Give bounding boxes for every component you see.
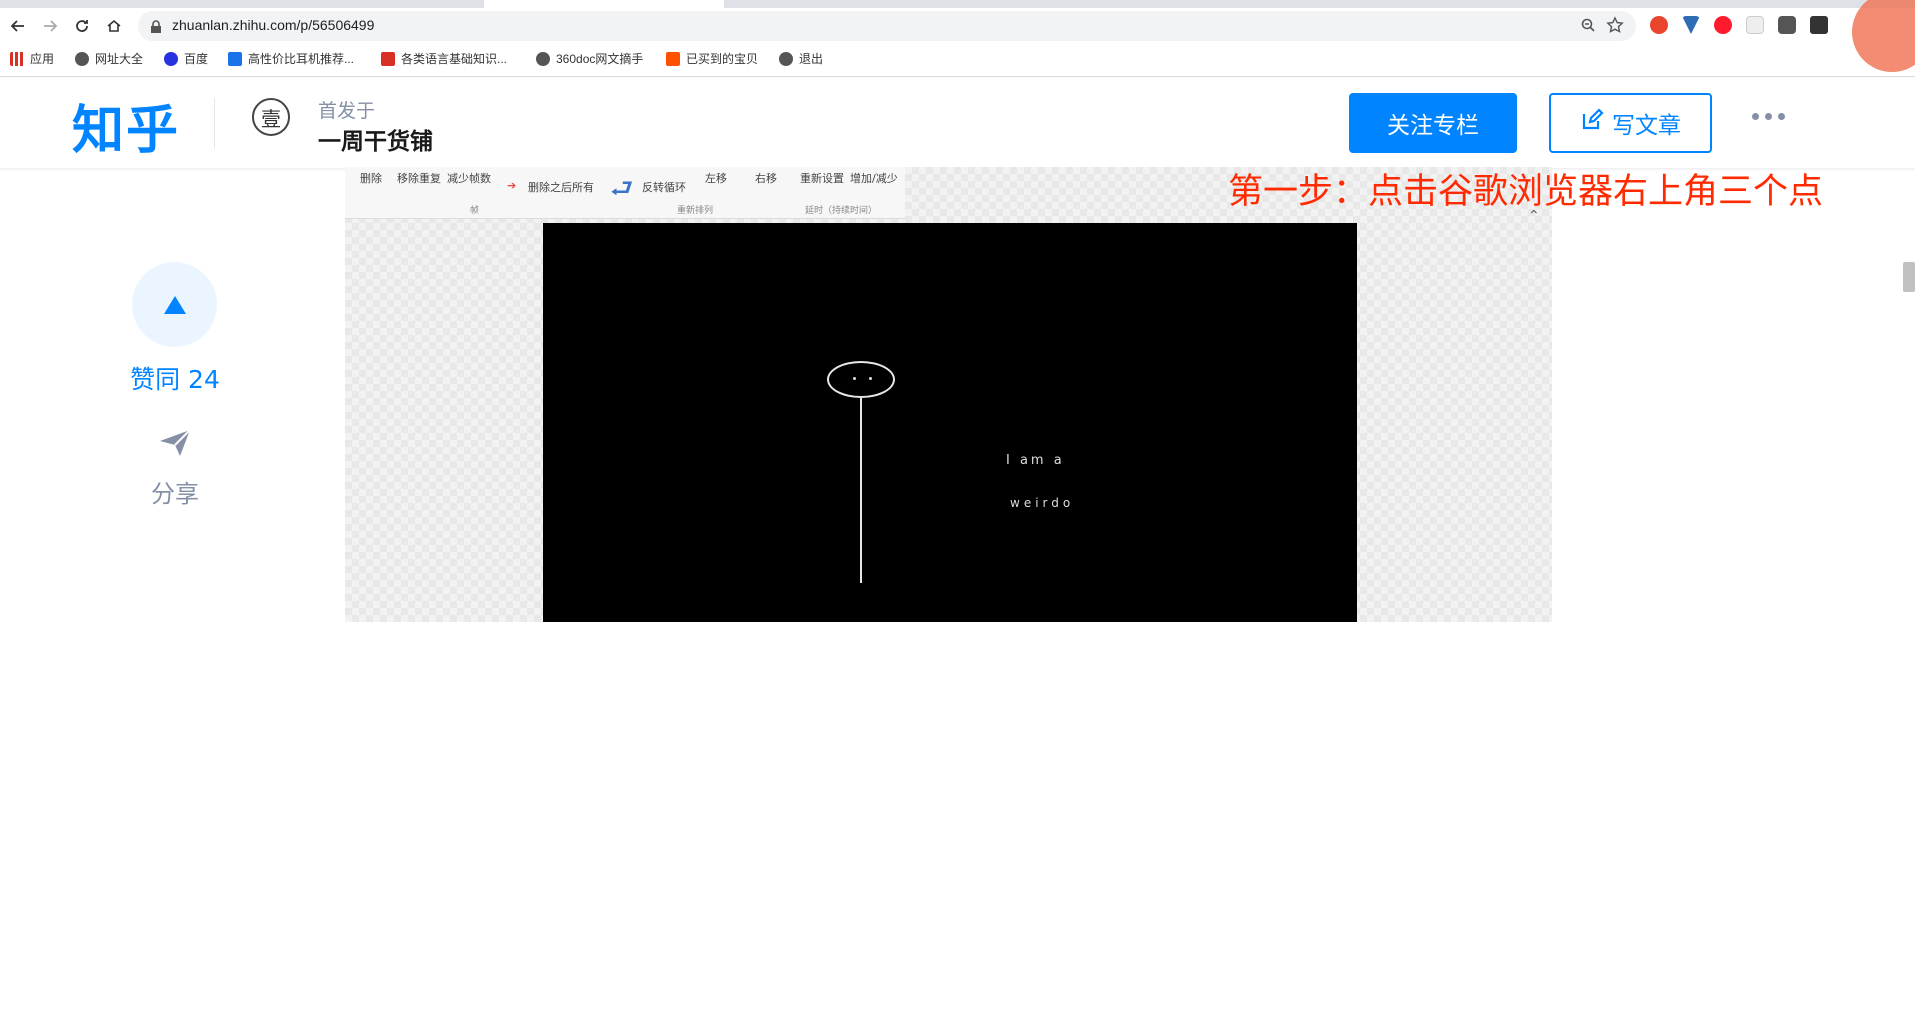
gif-editor-ribbon: 删除 移除重复 减少帧数 ➔ 删除之后所有 ⮐ 反转循环 左移 右移 重新设置 … <box>345 167 905 219</box>
lock-icon <box>150 19 162 38</box>
stick-figure-eye <box>853 377 856 380</box>
url-text: zhuanlan.zhihu.com/p/56506499 <box>172 17 375 33</box>
ribbon-group-label: 延时（持续时间） <box>805 206 878 216</box>
home-icon[interactable] <box>102 14 126 38</box>
back-icon[interactable] <box>6 14 30 38</box>
gif-caption-line2: weirdo <box>1010 496 1075 510</box>
bookmark-label: 退出 <box>799 52 824 66</box>
extension-dark-icon[interactable] <box>1778 16 1796 34</box>
bookmark-apps[interactable]: 应用 <box>10 50 54 67</box>
bookmark-label: 网址大全 <box>95 52 144 66</box>
gif-preview: I am a weirdo <box>543 223 1357 622</box>
gif-caption-line1: I am a <box>1006 453 1065 468</box>
ribbon-item: 重新设置 <box>800 172 844 185</box>
active-tab[interactable] <box>484 0 724 8</box>
bookmark-360doc[interactable]: 360doc网文摘手 <box>536 50 643 67</box>
header-divider <box>214 98 215 148</box>
share-icon[interactable] <box>158 428 192 462</box>
bookmark-url-nav[interactable]: 网址大全 <box>75 50 143 67</box>
globe-icon <box>536 51 550 66</box>
bookmark-earphones[interactable]: 高性价比耳机推荐... <box>228 50 354 67</box>
bookmark-label: 360doc网文摘手 <box>556 52 644 66</box>
book-icon <box>381 51 395 66</box>
ribbon-item: 移除重复 <box>397 172 441 185</box>
stick-figure-head <box>827 361 895 398</box>
bookmarks-bar: 应用 网址大全 百度 高性价比耳机推荐... 各类语言基础知识... 360do… <box>0 46 1915 70</box>
baidu-paw-icon <box>164 51 178 66</box>
page-scrollbar[interactable] <box>1903 262 1915 292</box>
stick-figure-body <box>860 398 862 583</box>
column-name[interactable]: 一周干货铺 <box>318 122 433 156</box>
bookmark-label: 应用 <box>30 52 55 66</box>
apps-grid-icon <box>10 51 24 66</box>
bookmark-label: 已买到的宝贝 <box>686 52 759 66</box>
share-label[interactable]: 分享 <box>130 474 220 509</box>
follow-button-label: 关注专栏 <box>1387 113 1479 139</box>
ribbon-item: 删除之后所有 <box>528 181 594 194</box>
edit-icon <box>1580 108 1604 138</box>
extension-cube-icon[interactable] <box>1810 16 1828 34</box>
zhihu-logo[interactable]: 知乎 <box>72 88 180 163</box>
upvote-count[interactable]: 赞同 24 <box>110 360 240 396</box>
bookmark-languages[interactable]: 各类语言基础知识... <box>381 50 507 67</box>
upvote-triangle-icon <box>163 295 186 314</box>
ribbon-item: 右移 <box>755 172 777 185</box>
bookmark-star-icon[interactable] <box>1606 16 1624 38</box>
write-button-label: 写文章 <box>1612 113 1681 139</box>
ribbon-group-label: 重新排列 <box>677 206 714 216</box>
ribbon-item: 增加/减少 <box>850 172 898 185</box>
more-options-icon[interactable] <box>1752 113 1785 120</box>
extension-opera-icon[interactable] <box>1714 16 1732 34</box>
bookmark-purchased[interactable]: 已买到的宝贝 <box>666 50 758 67</box>
reload-icon[interactable] <box>70 14 94 38</box>
step-annotation: 第一步：点击谷歌浏览器右上角三个点 <box>1228 172 1824 212</box>
stick-figure-eye <box>869 377 872 380</box>
zoom-icon[interactable] <box>1580 17 1596 37</box>
write-article-button[interactable]: 写文章 <box>1549 93 1712 153</box>
globe-icon <box>779 51 793 66</box>
extension-pen-icon[interactable] <box>1746 16 1764 34</box>
article-image: 删除 移除重复 减少帧数 ➔ 删除之后所有 ⮐ 反转循环 左移 右移 重新设置 … <box>345 167 1552 622</box>
ribbon-item: 左移 <box>705 172 727 185</box>
tab-strip <box>0 0 1915 8</box>
ribbon-item: 反转循环 <box>642 181 686 194</box>
upvote-button[interactable] <box>132 262 217 347</box>
bookmark-label: 百度 <box>184 52 209 66</box>
extension-v-icon[interactable] <box>1682 16 1700 34</box>
globe-icon <box>75 51 89 66</box>
address-bar[interactable]: zhuanlan.zhihu.com/p/56506499 <box>138 11 1636 41</box>
bookmark-baidu[interactable]: 百度 <box>164 50 208 67</box>
arrow-icon: ➔ <box>507 179 517 192</box>
ribbon-item: 减少帧数 <box>447 172 491 185</box>
first-published-label: 首发于 <box>318 100 376 122</box>
ribbon-item: 删除 <box>360 172 382 185</box>
column-avatar[interactable]: 壹 <box>252 98 290 136</box>
bookmark-label: 高性价比耳机推荐... <box>248 52 355 66</box>
ribbon-group-label: 帧 <box>470 206 480 216</box>
su-icon <box>228 51 242 66</box>
extension-red-icon[interactable] <box>1650 16 1668 34</box>
taobao-icon <box>666 51 680 66</box>
reverse-loop-icon: ⮐ <box>610 174 634 204</box>
bookmark-logout[interactable]: 退出 <box>779 50 823 67</box>
forward-icon[interactable] <box>38 14 62 38</box>
bookmark-label: 各类语言基础知识... <box>401 52 508 66</box>
browser-chrome: zhuanlan.zhihu.com/p/56506499 应用 网址大全 百度… <box>0 0 1915 77</box>
follow-column-button[interactable]: 关注专栏 <box>1349 93 1517 153</box>
zhihu-header: 知乎 壹 首发于 一周干货铺 关注专栏 写文章 <box>0 78 1915 168</box>
